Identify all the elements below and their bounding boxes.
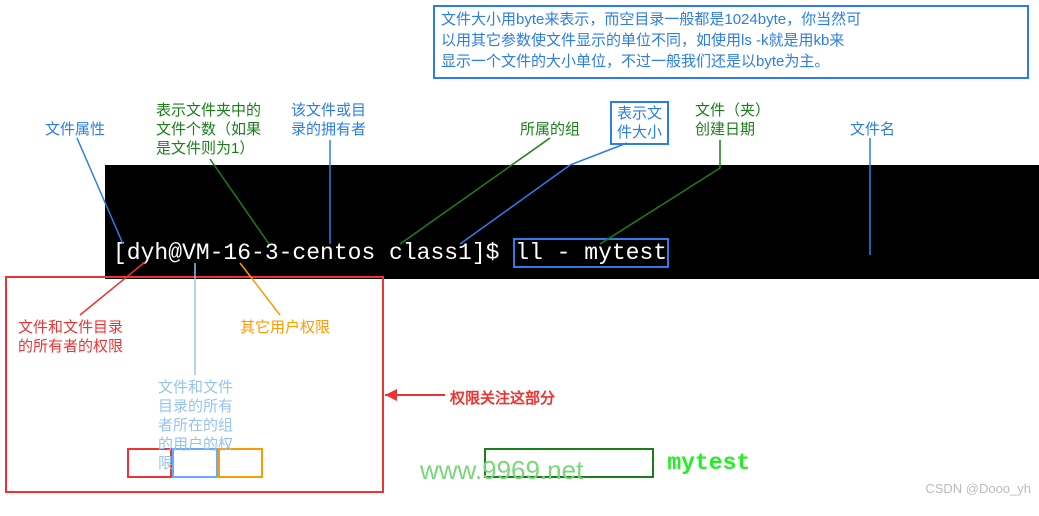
watermark: www.9969.net (420, 455, 583, 486)
arrows (0, 0, 1039, 500)
credit: CSDN @Dooo_yh (925, 481, 1031, 496)
